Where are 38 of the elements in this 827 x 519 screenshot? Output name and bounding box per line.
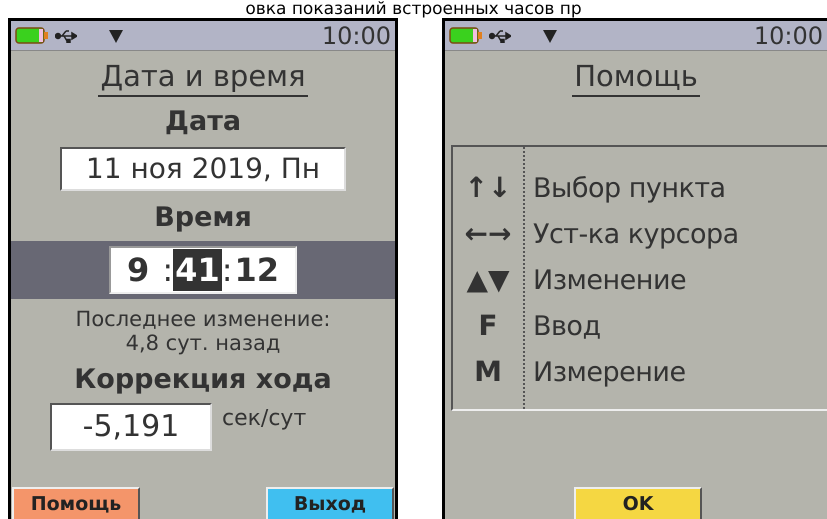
date-label: Дата [164,105,242,139]
time-field[interactable]: 9 :41:12 [109,246,297,294]
screen-button[interactable]: Помощь [12,487,140,519]
help-action: Выбор пункта [533,174,726,202]
status-time: 10:00 [322,24,391,48]
screen-title: Помощь [572,57,700,97]
help-key: M [474,358,502,386]
down-triangle-icon [543,28,557,42]
help-key: F [478,312,498,340]
usb-icon [55,28,77,42]
down-triangle-icon [109,28,123,42]
caption-text: овка показаний встроенных часов пр [245,0,582,18]
usb-icon [489,28,511,42]
time-segment[interactable]: 12 [232,249,282,291]
screen-title: Дата и время [98,57,308,97]
correction-label: Коррекция хода [74,363,332,397]
battery-icon [15,27,49,44]
help-key: ←→ [464,220,512,248]
time-segment[interactable]: 41 [173,249,222,291]
help-action: Уст-ка курсора [533,220,739,248]
time-separator: : [162,250,174,291]
correction-unit: сек/сут [222,405,306,433]
screen-button[interactable]: Выход [266,487,394,519]
screen-button[interactable]: OK [574,487,702,519]
time-segment[interactable]: 9 [124,249,162,291]
time-label: Время [154,201,252,235]
help-key: ▲▼ [466,266,510,294]
battery-icon [449,27,483,44]
help-action: Измерение [533,358,686,386]
help-key: ↑↓ [464,174,512,202]
help-action: Изменение [533,266,686,294]
help-action: Ввод [533,312,601,340]
correction-field[interactable]: -5,191 [50,403,212,451]
status-time: 10:00 [754,24,823,48]
last-change-label: Последнее изменение: [76,307,330,331]
time-separator: : [222,250,232,291]
date-field[interactable]: 11 ноя 2019, Пн [60,147,346,191]
last-change-value: 4,8 сут. назад [126,331,280,355]
